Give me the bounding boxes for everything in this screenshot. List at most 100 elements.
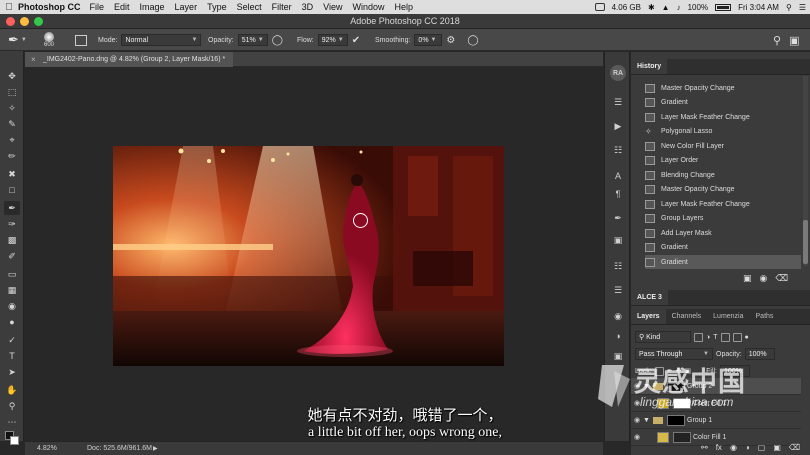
snapshot-camera-icon[interactable]: ◉ (760, 273, 768, 284)
filter-adjustment-icon[interactable]: ◑ (706, 334, 710, 341)
tool-preset-picker[interactable]: ✒ ▼ (8, 29, 27, 51)
crop-tool-icon[interactable]: ⌖ (4, 133, 20, 147)
brush-preset-picker[interactable]: 600 (44, 29, 54, 51)
volume-icon[interactable]: ♪ (677, 3, 681, 12)
display-icon[interactable] (594, 3, 605, 11)
clock[interactable]: Fri 3:04 AM (738, 3, 779, 12)
spot-heal-tool-icon[interactable]: ✖ (4, 167, 20, 181)
smoothing-input[interactable]: 0% ▼ (414, 34, 443, 46)
adjustments-icon[interactable]: ☰ (612, 284, 624, 296)
path-select-tool-icon[interactable]: ➤ (4, 365, 20, 379)
color-panel-icon[interactable]: ◑ (612, 330, 624, 342)
hand-tool-icon[interactable]: ✋ (4, 383, 20, 397)
swatches-icon[interactable]: ☷ (612, 260, 624, 272)
clone-stamp-tool-icon[interactable]: ▩ (4, 233, 20, 247)
menu-edit[interactable]: Edit (114, 2, 130, 12)
link-layers-icon[interactable]: ⚯ (701, 443, 708, 452)
menu-type[interactable]: Type (207, 2, 227, 12)
tab-layers[interactable]: Layers (631, 309, 666, 324)
delete-state-trash-icon[interactable]: ⌫ (775, 273, 788, 284)
gradient-tool-icon[interactable]: ▦ (4, 283, 20, 297)
opacity-input[interactable]: 51% ▼ (237, 34, 268, 46)
status-menu-icon[interactable]: ▶ (153, 445, 158, 452)
wifi-icon[interactable]: ▲ (662, 3, 670, 12)
history-item[interactable]: Layer Mask Feather Change (645, 110, 801, 124)
history-item[interactable]: Gradient (645, 95, 801, 109)
eraser-tool-icon[interactable]: ▭ (4, 267, 20, 281)
pressure-size-icon[interactable]: ◯ (467, 35, 478, 46)
menu-help[interactable]: Help (394, 2, 413, 12)
history-scroll-thumb[interactable] (803, 220, 808, 264)
menu-list-icon[interactable]: ☰ (799, 3, 806, 12)
libraries-icon[interactable]: ▣ (612, 234, 624, 246)
history-item[interactable]: Layer Order (645, 153, 801, 167)
history-item[interactable]: Group Layers (645, 211, 801, 225)
menu-3d[interactable]: 3D (302, 2, 314, 12)
history-item[interactable]: ✧ Polygonal Lasso (645, 124, 801, 138)
airbrush-icon[interactable]: ✔ (352, 35, 360, 46)
filter-shape-icon[interactable] (720, 332, 730, 342)
menu-window[interactable]: Window (352, 2, 384, 12)
search-icon[interactable]: ⚲ (773, 34, 781, 47)
marquee-tool-icon[interactable]: ⬚ (4, 85, 20, 99)
history-item[interactable]: Gradient (645, 240, 801, 254)
move-tool-icon[interactable]: ✥ (4, 69, 20, 83)
filter-smart-object-icon[interactable] (732, 332, 742, 342)
pressure-opacity-icon[interactable]: ◯ (272, 35, 283, 46)
tab-paths[interactable]: Paths (750, 309, 780, 324)
canvas-image[interactable] (113, 146, 504, 366)
history-item[interactable]: Master Opacity Change (645, 182, 801, 196)
tab-channels[interactable]: Channels (666, 309, 708, 324)
eyedropper-tool-icon[interactable]: ✏ (4, 149, 20, 163)
adjustment-layer-icon[interactable]: ◑ (745, 443, 750, 452)
history-item[interactable]: Blending Change (645, 168, 801, 182)
filter-toggle-icon[interactable]: ● (745, 334, 749, 341)
layer-style-icon[interactable]: fx (716, 443, 722, 452)
workspace-icon[interactable]: ▣ (789, 34, 799, 47)
zoom-readout[interactable]: 4.82% (37, 445, 57, 452)
mixer-brush-tool-icon[interactable]: ✑ (4, 217, 20, 231)
tab-alce[interactable]: ALCE 3 (631, 290, 668, 305)
paragraph-panel-icon[interactable]: ¶ (612, 188, 624, 200)
history-brush-tool-icon[interactable]: ✐ (4, 249, 20, 263)
type-tool-icon[interactable]: T (4, 349, 20, 363)
doc-size-readout[interactable]: Doc: 525.6M/961.6M (87, 445, 152, 452)
pen-tool-icon[interactable]: ✓ (4, 333, 20, 347)
dodge-tool-icon[interactable]: ● (4, 315, 20, 329)
brush-tool-icon[interactable]: ✒ (4, 201, 20, 215)
menu-view[interactable]: View (323, 2, 342, 12)
mode-select[interactable]: Normal ▼ (121, 34, 202, 46)
history-item-selected[interactable]: Gradient (645, 255, 801, 269)
character-panel-icon[interactable]: A (612, 170, 624, 182)
document-tab[interactable]: × _IMG2402-Pano.dng @ 4.82% (Group 2, La… (25, 52, 234, 67)
blur-tool-icon[interactable]: ◉ (4, 299, 20, 313)
app-menu[interactable]: Photoshop CC (18, 2, 81, 12)
menu-filter[interactable]: Filter (272, 2, 292, 12)
tab-history[interactable]: History (631, 59, 668, 74)
new-group-icon[interactable]: ▢ (758, 443, 766, 452)
history-item[interactable]: Layer Mask Feather Change (645, 197, 801, 211)
bluetooth-icon[interactable]: ✱ (648, 3, 655, 12)
smoothing-settings-gear-icon[interactable]: ⚙ (446, 35, 455, 46)
ra-extension-icon[interactable]: RA (610, 65, 626, 81)
lasso-tool-icon[interactable]: ✧ (4, 101, 20, 115)
actions-play-icon[interactable]: ▶ (612, 120, 624, 132)
brush-panel-toggle[interactable] (75, 29, 87, 51)
menu-layer[interactable]: Layer (175, 2, 198, 12)
properties-panel-icon[interactable]: ☷ (612, 144, 624, 156)
navigator-icon[interactable]: ◉ (612, 310, 624, 322)
delete-layer-trash-icon[interactable]: ⌫ (789, 443, 800, 452)
brush-settings-icon[interactable]: ✒ (612, 212, 624, 224)
history-item[interactable]: Add Layer Mask (645, 226, 801, 240)
menu-select[interactable]: Select (237, 2, 262, 12)
tab-lumenzia[interactable]: Lumenzia (707, 309, 749, 324)
search-icon[interactable]: ⚲ (786, 3, 792, 12)
menu-image[interactable]: Image (140, 2, 165, 12)
new-layer-icon[interactable]: ▣ (773, 443, 781, 452)
menu-file[interactable]: File (90, 2, 105, 12)
healing-tool-icon[interactable]: □ (4, 183, 20, 197)
history-item[interactable]: Master Opacity Change (645, 81, 801, 95)
history-item[interactable]: New Color Fill Layer (645, 139, 801, 153)
history-panel-icon[interactable]: ☰ (612, 96, 624, 108)
battery-icon[interactable] (715, 3, 732, 11)
